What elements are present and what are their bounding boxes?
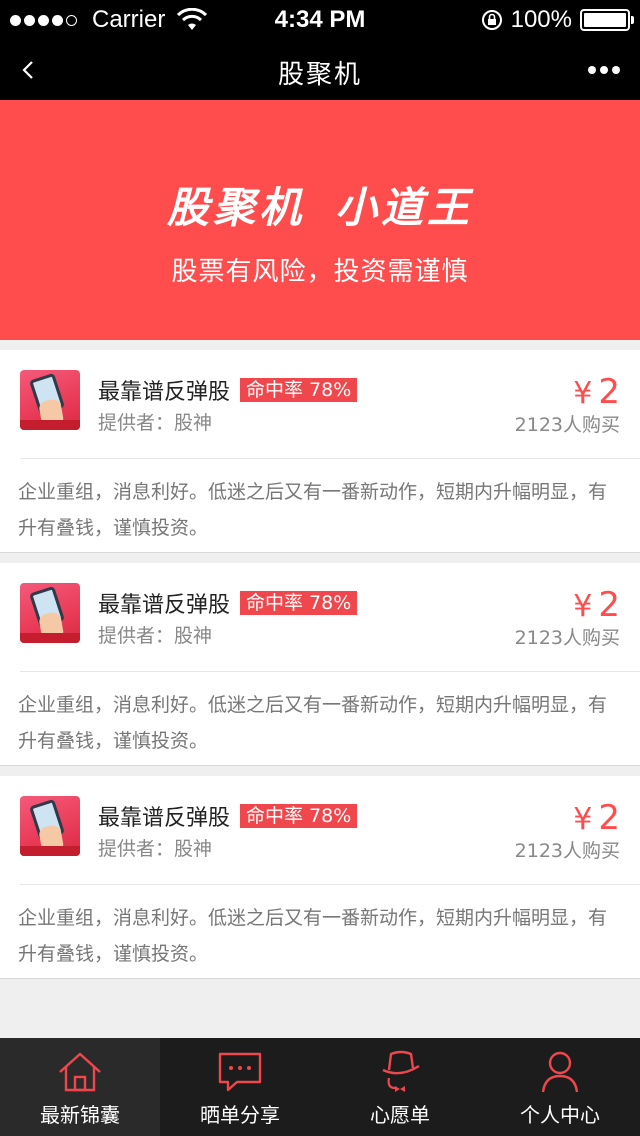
tab-wishlist[interactable]: 心愿单 [320,1038,480,1136]
currency-symbol: ¥ [573,589,593,624]
rotation-lock-icon [481,10,502,30]
tab-latest-tips[interactable]: 最新锦囊 [0,1038,160,1136]
banner-title-right: 小道王 [335,183,474,232]
banner-subtitle: 股票有风险，投资需谨慎 [171,257,469,287]
price-value: 2 [598,585,620,625]
page-title: 股聚机 [277,60,362,90]
buyer-count: 2123人购买 [514,627,620,649]
product-title-row: 最靠谱反弹股 命中率 78% [98,800,358,832]
tab-label: 晒单分享 [200,1103,280,1127]
tab-personal-center[interactable]: 个人中心 [480,1038,640,1136]
product-name: 最靠谱反弹股 [98,593,231,618]
price: ¥2 [573,372,620,412]
nav-bar: 股聚机 [0,40,640,100]
banner-title-left: 股聚机 [166,183,305,232]
buyer-count: 2123人购买 [514,840,620,862]
price: ¥2 [573,798,620,838]
banner-title: 股聚机 小道王 [0,174,640,235]
more-options-icon[interactable] [584,66,620,74]
product-description: 企业重组，消息利好。低迷之后又有一番新动作，短期内升幅明显，有升有叠钱，谨慎投资… [18,907,608,965]
battery-icon [580,9,634,31]
product-description: 企业重组，消息利好。低迷之后又有一番新动作，短期内升幅明显，有升有叠钱，谨慎投资… [18,694,608,752]
provider-label: 提供者：股神 [98,625,213,647]
hit-rate-badge: 命中率 78% [240,378,358,402]
tab-label: 心愿单 [370,1103,430,1127]
product-card[interactable]: 最靠谱反弹股 命中率 78% 提供者：股神 ¥2 2123人购买 企业重组，消息… [0,776,640,979]
tab-label: 个人中心 [520,1103,600,1127]
product-card[interactable]: 最靠谱反弹股 命中率 78% 提供者：股神 ¥2 2123人购买 企业重组，消息… [0,563,640,766]
status-right: 100% [481,6,634,34]
promo-banner: 股聚机 小道王 股票有风险，投资需谨慎 [0,100,640,340]
price: ¥2 [573,585,620,625]
product-title-row: 最靠谱反弹股 命中率 78% [98,374,358,406]
provider-label: 提供者：股神 [98,412,213,434]
price-value: 2 [598,372,620,412]
person-icon [541,1051,579,1093]
product-list: 最靠谱反弹股 命中率 78% 提供者：股神 ¥2 2123人购买 企业重组，消息… [0,350,640,989]
tab-share-orders[interactable]: 晒单分享 [160,1038,320,1136]
product-card[interactable]: 最靠谱反弹股 命中率 78% 提供者：股神 ¥2 2123人购买 企业重组，消息… [0,350,640,553]
price-value: 2 [598,798,620,838]
product-title-row: 最靠谱反弹股 命中率 78% [98,587,358,619]
divider [20,671,640,672]
tab-bar: 最新锦囊 晒单分享 心愿单 个人中心 [0,1038,640,1136]
product-name: 最靠谱反弹股 [98,806,231,831]
chat-bubble-icon [218,1052,262,1092]
hit-rate-badge: 命中率 78% [240,804,358,828]
gentleman-hat-icon [382,1050,420,1092]
divider [20,458,640,459]
battery-percent: 100% [510,6,572,33]
product-name: 最靠谱反弹股 [98,380,231,405]
status-bar: Carrier 4:34 PM 100% [0,0,640,40]
tab-label: 最新锦囊 [40,1103,120,1127]
hit-rate-badge: 命中率 78% [240,591,358,615]
product-description: 企业重组，消息利好。低迷之后又有一番新动作，短期内升幅明显，有升有叠钱，谨慎投资… [18,481,608,539]
provider-label: 提供者：股神 [98,838,213,860]
product-thumbnail [20,796,80,856]
product-thumbnail [20,370,80,430]
home-icon [59,1052,101,1092]
buyer-count: 2123人购买 [514,414,620,436]
currency-symbol: ¥ [573,376,593,411]
divider [20,884,640,885]
currency-symbol: ¥ [573,802,593,837]
product-thumbnail [20,583,80,643]
